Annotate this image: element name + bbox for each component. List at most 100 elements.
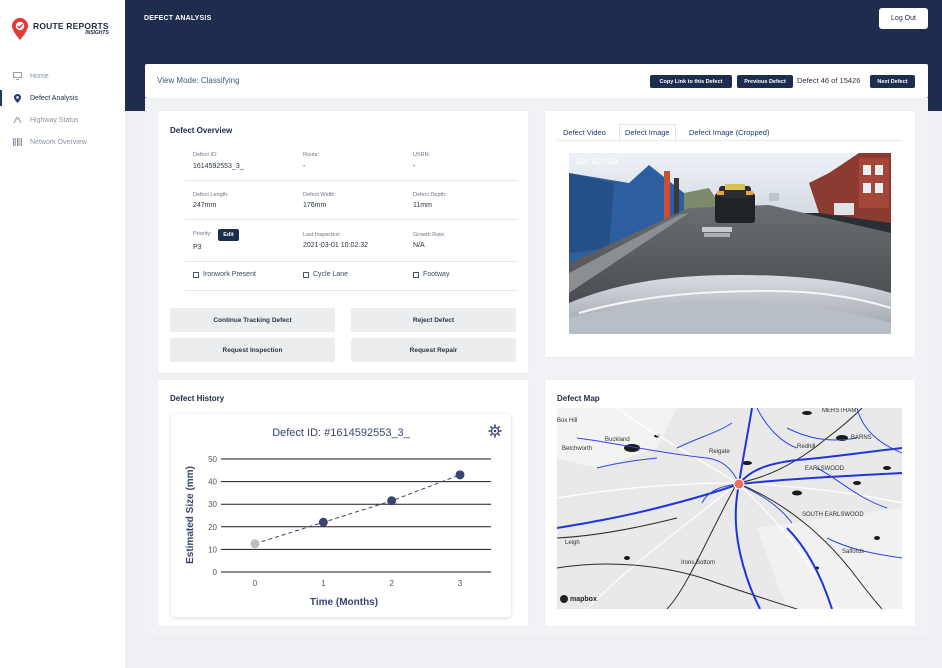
y-tick-label: 50 — [208, 455, 217, 464]
checkbox-label: Footway — [423, 271, 450, 278]
map-label: BARNS — [851, 435, 872, 441]
copy-link-button[interactable]: Copy Link to this Defect — [650, 75, 732, 88]
tab-divider — [557, 140, 902, 141]
defect-overview-title: Defect Overview — [170, 126, 233, 135]
x-tick-label: 0 — [253, 579, 258, 588]
x-tick-label: 2 — [389, 579, 394, 588]
defect-map-title-text: Defect Map — [557, 394, 600, 403]
mapbox-logo[interactable]: mapbox — [560, 595, 597, 603]
y-tick-label: 40 — [208, 478, 217, 487]
route-label: Route: — [303, 152, 320, 158]
checkbox-box[interactable] — [413, 271, 419, 278]
defect-depth-label: Defect Depth: — [413, 192, 447, 198]
sidebar-nav: Home Defect Analysis Highway Status Netw… — [0, 65, 125, 153]
defect-map[interactable]: Box Hill Buckland Betchworth Reigate Red… — [557, 408, 902, 609]
road-icon — [12, 115, 22, 125]
edit-priority-button[interactable]: Edit — [218, 229, 239, 241]
chart-svg: Defect ID: #1614592553_3_ 0 10 20 30 40 50 0 1… — [185, 427, 491, 608]
sidebar-item-label: Home — [30, 72, 49, 80]
previous-defect-button[interactable]: Previous Defect — [737, 75, 793, 88]
divider — [185, 180, 518, 181]
map-label: Irons Bottom — [681, 560, 715, 566]
last-inspected-label: Last Inspected: — [303, 232, 341, 238]
checkbox-box[interactable] — [193, 271, 199, 278]
page-title: DEFECT ANALYSIS — [144, 15, 212, 22]
ironwork-checkbox[interactable]: Ironwork Present — [193, 271, 256, 278]
x-axis-label: Time (Months) — [310, 597, 378, 608]
gear-icon[interactable] — [488, 424, 502, 443]
data-point[interactable] — [455, 470, 465, 480]
continue-tracking-button[interactable]: Continue Tracking Defect — [170, 308, 335, 332]
map-label: Redhill — [797, 444, 815, 450]
defect-id-label: Defect ID: — [193, 152, 218, 158]
sidebar-item-home[interactable]: Home — [0, 65, 125, 87]
defect-depth-value: 11mm — [413, 202, 432, 209]
footway-checkbox[interactable]: Footway — [413, 271, 449, 278]
x-tick-label: 3 — [458, 579, 463, 588]
sidebar-item-highway-status[interactable]: Highway Status — [0, 109, 125, 131]
tab-defect-video[interactable]: Defect Video — [558, 124, 611, 140]
sidebar-item-network-overview[interactable]: Network Overview — [0, 131, 125, 153]
map-label: Reigate — [709, 449, 730, 455]
data-point[interactable] — [387, 496, 397, 506]
series-line — [254, 474, 461, 545]
defect-length-value: 247mm — [193, 202, 217, 209]
map-label: SOUTH EARLSWOOD — [802, 512, 864, 518]
last-inspected-value: 2021-03-01 10:02:32 — [303, 242, 368, 249]
logout-button[interactable]: Log Out — [879, 8, 928, 29]
chart-title: Defect ID: #1614592553_3_ — [272, 427, 410, 439]
defect-id-value: 1614592553_3_ — [193, 163, 244, 170]
map-label: Betchworth — [562, 446, 592, 452]
priority-label: Priority: — [193, 231, 212, 237]
sidebar-item-label: Defect Analysis — [30, 94, 78, 102]
sidebar: ROUTE REPORTS INSIGHTS Home Defect Analy… — [0, 0, 125, 668]
image-timestamp: 10:02:29 — [575, 157, 619, 167]
checkbox-label: Cycle Lane — [313, 271, 349, 278]
data-point[interactable] — [250, 539, 260, 549]
divider — [185, 261, 518, 262]
growth-rate-value: N/A — [413, 242, 425, 249]
request-inspection-button[interactable]: Request Inspection — [170, 338, 335, 362]
app-logo[interactable]: ROUTE REPORTS INSIGHTS — [12, 18, 109, 40]
map-label: Box Hill — [557, 418, 577, 424]
checkbox-label: Ironwork Present — [203, 271, 256, 278]
defect-toolbar: View Mode: Classifying Copy Link to this… — [145, 64, 928, 98]
mapbox-icon — [560, 595, 568, 603]
y-tick-label: 20 — [208, 523, 217, 532]
map-label: EARLSWOOD — [805, 466, 845, 472]
route-value: - — [303, 163, 306, 170]
y-tick-label: 10 — [208, 545, 217, 554]
next-defect-button[interactable]: Next Defect — [870, 75, 915, 88]
location-pin-icon — [12, 93, 22, 103]
map-label: Buckland — [605, 437, 630, 443]
defect-history-chart: Defect ID: #1614592553_3_ 0 10 20 30 40 50 0 1… — [171, 414, 511, 617]
defect-counter: Defect 46 of 15426 — [797, 76, 861, 85]
checkbox-box[interactable] — [303, 271, 309, 278]
barcode-icon — [12, 137, 22, 147]
tab-defect-image[interactable]: Defect Image — [619, 124, 676, 140]
divider — [185, 219, 518, 220]
map-attribution: mapbox — [570, 595, 597, 603]
y-tick-label: 0 — [213, 568, 218, 577]
x-tick-label: 1 — [321, 579, 326, 588]
cycle-lane-checkbox[interactable]: Cycle Lane — [303, 271, 348, 278]
usrn-label: USRN: — [413, 152, 431, 158]
defect-length-label: Defect Length: — [193, 192, 229, 198]
y-axis-label: Estimated Size (mm) — [185, 466, 196, 564]
data-point[interactable] — [318, 517, 328, 527]
sidebar-item-defect-analysis[interactable]: Defect Analysis — [0, 87, 125, 109]
monitor-icon — [12, 71, 22, 81]
sidebar-item-label: Network Overview — [30, 138, 87, 146]
priority-value: P3 — [193, 244, 202, 251]
tab-defect-image-cropped[interactable]: Defect Image (Cropped) — [684, 124, 774, 140]
map-label: Salfords — [842, 549, 864, 555]
view-mode-text: View Mode: Classifying — [157, 76, 240, 85]
request-repair-button[interactable]: Request Repair — [351, 338, 516, 362]
logo-subtitle: INSIGHTS — [85, 29, 109, 36]
defect-location-marker[interactable] — [733, 478, 745, 490]
reject-defect-button[interactable]: Reject Defect — [351, 308, 516, 332]
y-tick-label: 30 — [208, 500, 217, 509]
defect-width-value: 176mm — [303, 202, 327, 209]
defect-history-title: Defect History — [170, 394, 225, 403]
divider — [185, 290, 518, 291]
